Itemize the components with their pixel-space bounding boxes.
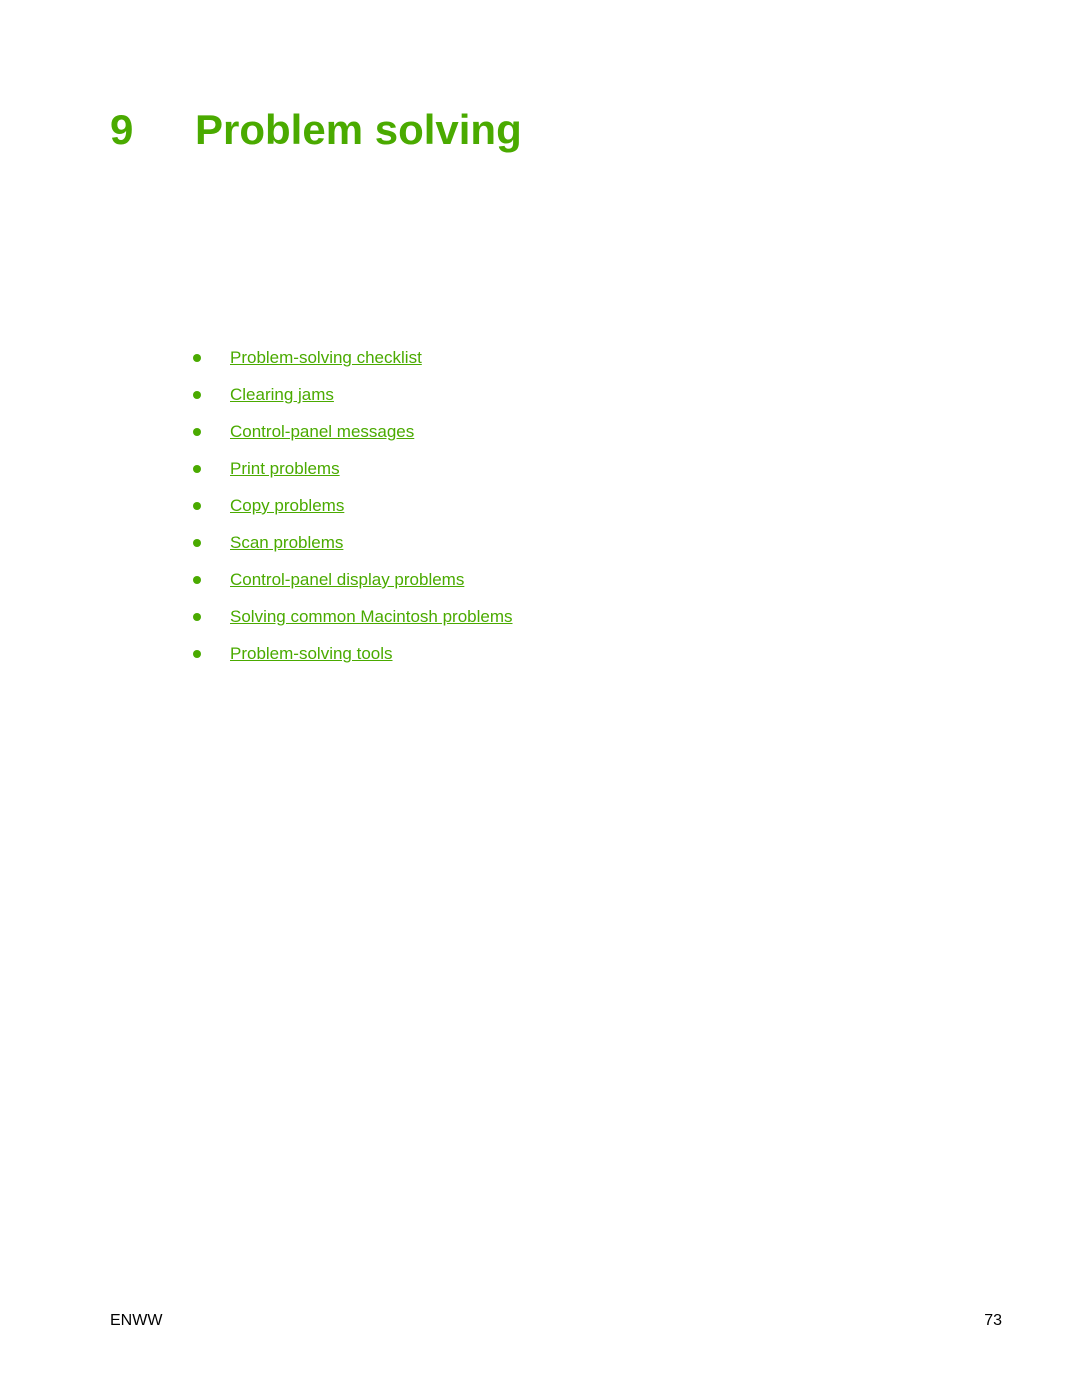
- toc-link-scan-problems[interactable]: Scan problems: [230, 533, 343, 553]
- toc-link-problem-solving-checklist[interactable]: Problem-solving checklist: [230, 348, 422, 368]
- toc-link-problem-solving-tools[interactable]: Problem-solving tools: [230, 644, 393, 664]
- toc-link-control-panel-display-problems[interactable]: Control-panel display problems: [230, 570, 464, 590]
- footer-locale-code: ENWW: [110, 1312, 163, 1329]
- toc-link-control-panel-messages[interactable]: Control-panel messages: [230, 422, 414, 442]
- toc-link-print-problems[interactable]: Print problems: [230, 459, 340, 479]
- bullet-icon: [193, 428, 201, 436]
- bullet-icon: [193, 354, 201, 362]
- bullet-icon: [193, 502, 201, 510]
- bullet-icon: [193, 391, 201, 399]
- chapter-heading: 9 Problem solving: [110, 102, 522, 158]
- page-number: 73: [984, 1312, 1002, 1329]
- bullet-icon: [193, 465, 201, 473]
- bullet-icon: [193, 576, 201, 584]
- toc-link-solving-common-macintosh-problems[interactable]: Solving common Macintosh problems: [230, 607, 513, 627]
- chapter-number: 9: [110, 106, 134, 153]
- toc-link-copy-problems[interactable]: Copy problems: [230, 496, 344, 516]
- bullet-icon: [193, 650, 201, 658]
- bullet-icon: [193, 539, 201, 547]
- bullet-icon: [193, 613, 201, 621]
- chapter-title: Problem solving: [195, 106, 522, 153]
- toc-link-clearing-jams[interactable]: Clearing jams: [230, 385, 334, 405]
